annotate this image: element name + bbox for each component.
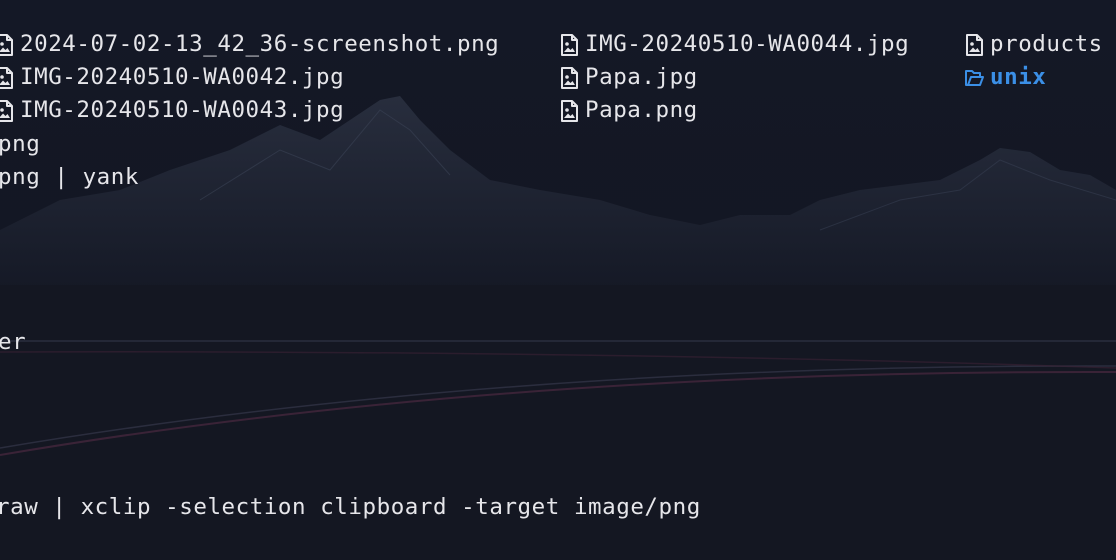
image-file-icon [0,66,14,90]
terminal-line-png-yank: png | yank [0,164,139,190]
image-file-icon [560,33,579,57]
folder-icon [965,66,984,90]
image-file-icon [0,99,14,123]
file-name: IMG-20240510-WA0042.jpg [20,64,345,90]
file-entry[interactable]: unix [965,61,1046,94]
image-file-icon [965,33,984,57]
file-entry[interactable]: IMG-20240510-WA0043.jpg [0,94,344,127]
file-entry[interactable]: products [965,28,1103,61]
terminal-line-png: png [0,131,41,157]
file-entry[interactable]: 2024-07-02-13_42_36-screenshot.png [0,28,499,61]
file-entry[interactable]: IMG-20240510-WA0042.jpg [0,61,344,94]
image-file-icon [560,99,579,123]
file-entry[interactable]: Papa.png [560,94,698,127]
directory-name: unix [990,64,1047,90]
image-file-icon [0,33,14,57]
file-entry[interactable]: Papa.jpg [560,61,698,94]
file-name: products [990,31,1103,57]
file-entry[interactable]: IMG-20240510-WA0044.jpg [560,28,909,61]
file-name: IMG-20240510-WA0044.jpg [585,31,910,57]
file-name: IMG-20240510-WA0043.jpg [20,97,345,123]
file-name: Papa.png [585,97,698,123]
image-file-icon [560,66,579,90]
terminal-line-xclip-command: raw | xclip -selection clipboard -target… [0,494,701,520]
file-name: 2024-07-02-13_42_36-screenshot.png [20,31,500,57]
terminal-line-er: er [0,329,27,355]
file-name: Papa.jpg [585,64,698,90]
